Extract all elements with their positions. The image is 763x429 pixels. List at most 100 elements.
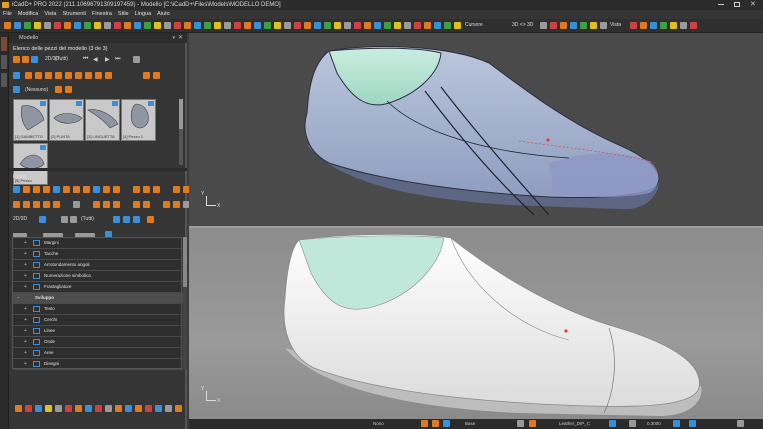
pezzi-op-2-icon[interactable] bbox=[33, 201, 40, 208]
tree-row[interactable]: + Cerchi bbox=[13, 315, 183, 326]
toolbar-tool-50-icon[interactable] bbox=[580, 22, 587, 29]
tree-row[interactable]: + Linee bbox=[13, 326, 183, 337]
tree-row[interactable]: + Frastagliature bbox=[13, 282, 183, 293]
tree-row[interactable]: + Arrotondamento angoli bbox=[13, 260, 183, 271]
menu-item-strumenti[interactable]: Strumenti bbox=[60, 10, 90, 19]
bottom-tool-10-icon[interactable] bbox=[115, 405, 122, 412]
toolbar-tool-44-icon[interactable] bbox=[444, 22, 451, 29]
pezzi-op-4-icon[interactable] bbox=[53, 201, 60, 208]
toolbar-tool-6-icon[interactable] bbox=[64, 22, 71, 29]
expand-icon[interactable]: + bbox=[24, 271, 30, 281]
action-d-icon[interactable] bbox=[147, 216, 154, 223]
toolbar-tool-13-icon[interactable] bbox=[134, 22, 141, 29]
tool-e-icon[interactable] bbox=[65, 72, 72, 79]
toolbar-tool-5-icon[interactable] bbox=[54, 22, 61, 29]
pezzi-tool-8-icon[interactable] bbox=[93, 186, 100, 193]
toolbar-tool-16-icon[interactable] bbox=[164, 22, 171, 29]
tool-c-icon[interactable] bbox=[45, 72, 52, 79]
maximize-button[interactable] bbox=[734, 2, 740, 7]
pezzi-op-6-icon[interactable] bbox=[73, 201, 80, 208]
toolbar-tool-27-icon[interactable] bbox=[274, 22, 281, 29]
toolbar-tool-25-icon[interactable] bbox=[254, 22, 261, 29]
close-list-icon[interactable] bbox=[133, 56, 140, 63]
pezzi-op-12-icon[interactable] bbox=[133, 201, 140, 208]
toolbar-tool-7-icon[interactable] bbox=[74, 22, 81, 29]
toolbar-tool-22-icon[interactable] bbox=[224, 22, 231, 29]
first-icon[interactable]: ⏮ bbox=[83, 56, 88, 63]
remove-icon[interactable] bbox=[70, 216, 77, 223]
menu-item-file[interactable]: File bbox=[0, 10, 15, 19]
toolbar-tool-39-icon[interactable] bbox=[394, 22, 401, 29]
menu-item-finestra[interactable]: Finestra bbox=[89, 10, 115, 19]
bottom-tool-9-icon[interactable] bbox=[105, 405, 112, 412]
piece-thumbnail[interactable]: [3] LINGUETTA bbox=[85, 99, 120, 141]
toolbar-tool-10-icon[interactable] bbox=[104, 22, 111, 29]
panel-close-icon[interactable]: ✕ bbox=[178, 33, 183, 43]
bottom-tool-0-icon[interactable] bbox=[15, 405, 22, 412]
toolbar-tool-35-icon[interactable] bbox=[354, 22, 361, 29]
new-piece-icon[interactable] bbox=[13, 56, 20, 63]
status-scale[interactable]: 0.3000 bbox=[647, 420, 661, 428]
none-select[interactable]: (Nessuno) bbox=[25, 87, 48, 93]
apply-icon[interactable] bbox=[55, 86, 62, 93]
bottom-tool-14-icon[interactable] bbox=[155, 405, 162, 412]
toolbar-tool-1-icon[interactable] bbox=[14, 22, 21, 29]
toolbar-tool-17-icon[interactable] bbox=[174, 22, 181, 29]
bottom-tool-1-icon[interactable] bbox=[25, 405, 32, 412]
menu-item-stile[interactable]: Stile bbox=[115, 10, 132, 19]
prev-icon[interactable]: ◀ bbox=[93, 56, 98, 63]
expand-icon[interactable]: + bbox=[24, 249, 30, 259]
tool-h-icon[interactable] bbox=[95, 72, 102, 79]
pezzi-tool-6-icon[interactable] bbox=[73, 186, 80, 193]
tree-row[interactable]: + Margini bbox=[13, 238, 183, 249]
toolbar-tool-41-icon[interactable] bbox=[414, 22, 421, 29]
expand-icon[interactable]: + bbox=[24, 238, 30, 248]
status-icon-i[interactable] bbox=[689, 420, 696, 427]
toolbar-tool-38-icon[interactable] bbox=[384, 22, 391, 29]
tool-k-icon[interactable] bbox=[153, 72, 160, 79]
toolbar-tool-15-icon[interactable] bbox=[154, 22, 161, 29]
toolbar-tool-11-icon[interactable] bbox=[114, 22, 121, 29]
menu-item-aiuto[interactable]: Aiuto bbox=[154, 10, 173, 19]
pezzi-tool-14-icon[interactable] bbox=[153, 186, 160, 193]
pezzi-tool-7-icon[interactable] bbox=[83, 186, 90, 193]
add-icon[interactable] bbox=[61, 216, 68, 223]
minimize-button[interactable] bbox=[718, 4, 724, 5]
action-c-icon[interactable] bbox=[133, 216, 140, 223]
tree-row[interactable]: + Testo bbox=[13, 304, 183, 315]
toolbar-tool-4-icon[interactable] bbox=[44, 22, 51, 29]
status-mode[interactable]: Nono bbox=[373, 420, 384, 428]
pezzi-op-13-icon[interactable] bbox=[143, 201, 150, 208]
bottom-tool-7-icon[interactable] bbox=[85, 405, 92, 412]
pezzi-tool-4-icon[interactable] bbox=[53, 186, 60, 193]
toolbar-tool-8-icon[interactable] bbox=[84, 22, 91, 29]
pezzi-op-8-icon[interactable] bbox=[93, 201, 100, 208]
toolbar-tool-45-icon[interactable] bbox=[454, 22, 461, 29]
toolbar-tool-46-icon[interactable] bbox=[540, 22, 547, 29]
menu-item-modifica[interactable]: Modifica bbox=[15, 10, 41, 19]
toolbar-tool-31-icon[interactable] bbox=[314, 22, 321, 29]
status-icon-e[interactable] bbox=[529, 420, 536, 427]
pezzi-tool-12-icon[interactable] bbox=[133, 186, 140, 193]
pezzi-tool-3-icon[interactable] bbox=[43, 186, 50, 193]
pezzi-op-10-icon[interactable] bbox=[113, 201, 120, 208]
copy-icon[interactable] bbox=[13, 72, 20, 79]
expand-icon[interactable]: + bbox=[24, 337, 30, 347]
toolbar-tool-56-icon[interactable] bbox=[660, 22, 667, 29]
pezzi-tool-5-icon[interactable] bbox=[63, 186, 70, 193]
toolbar-tool-28-icon[interactable] bbox=[284, 22, 291, 29]
filter-select[interactable]: (Tutti) bbox=[55, 56, 68, 62]
menu-item-vista[interactable]: Vista bbox=[41, 10, 59, 19]
expand-icon[interactable]: + bbox=[24, 326, 30, 336]
toolbar-tool-29-icon[interactable] bbox=[294, 22, 301, 29]
status-icon-j[interactable] bbox=[737, 420, 744, 427]
toolbar-tool-0-icon[interactable] bbox=[4, 22, 11, 29]
view-mode-select[interactable]: 3D <> 3D bbox=[512, 22, 533, 29]
bottom-tool-11-icon[interactable] bbox=[125, 405, 132, 412]
tree-row[interactable]: + Tacche bbox=[13, 249, 183, 260]
pezzi-tool-2-icon[interactable] bbox=[33, 186, 40, 193]
tool-b-icon[interactable] bbox=[35, 72, 42, 79]
pezzi-tool-10-icon[interactable] bbox=[113, 186, 120, 193]
tree-group-row[interactable]: − Sviluppo bbox=[13, 293, 183, 304]
pezzi-tool-1-icon[interactable] bbox=[23, 186, 30, 193]
